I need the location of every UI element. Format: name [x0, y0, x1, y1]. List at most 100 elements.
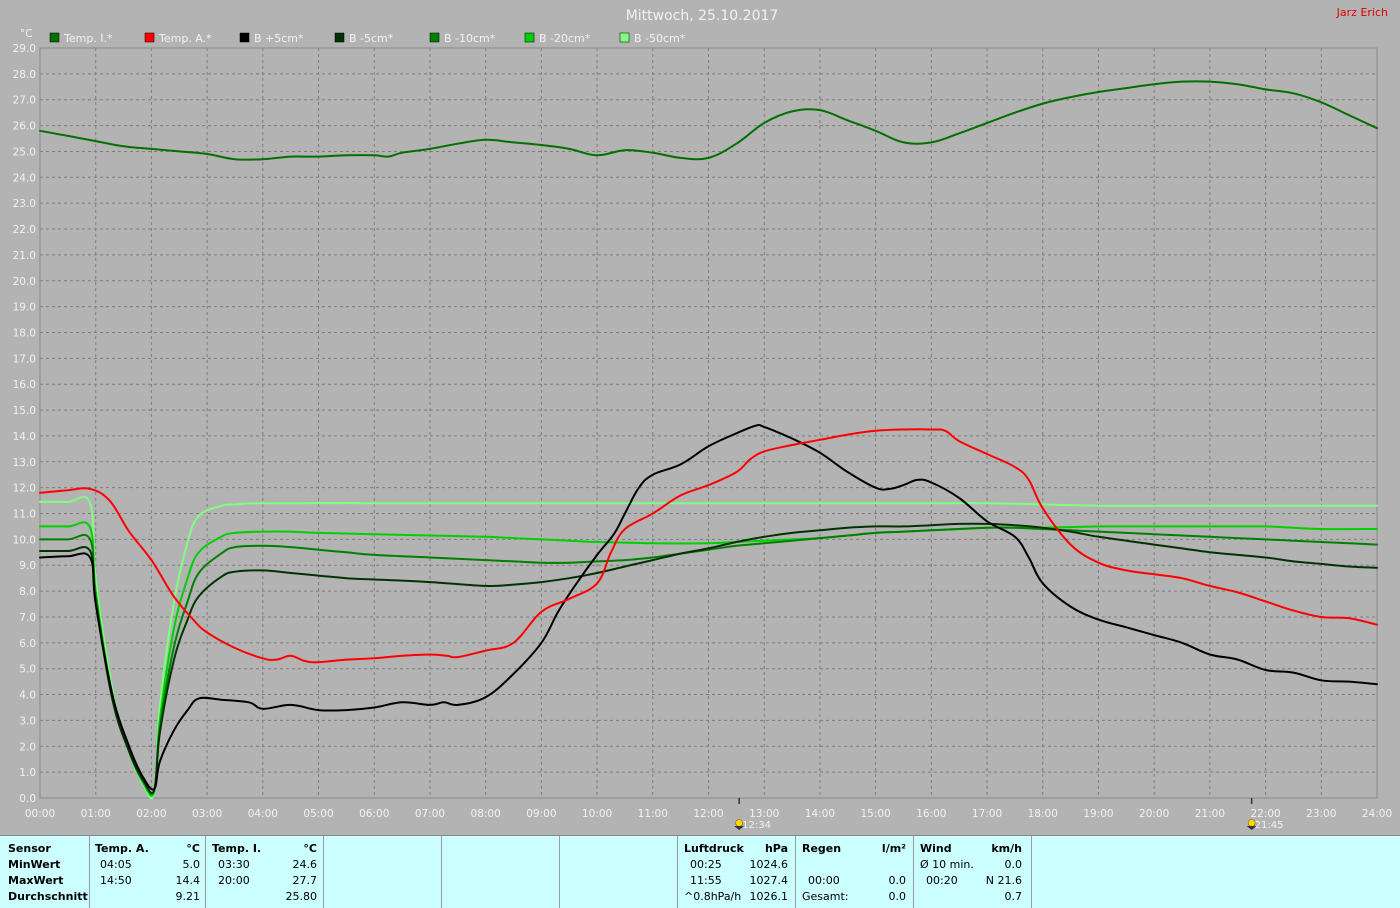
divider [441, 836, 442, 908]
y-axis: 0.0 1.0 2.0 3.0 4.0 5.0 6.0 7.0 8.0 9.0 10.0 11.0 12… [13, 43, 36, 805]
divider [89, 836, 90, 908]
temp-i-max: 27.7 [292, 874, 318, 887]
temperature-chart: Mittwoch, 25.10.2017 Jarz Erich °C Temp.… [13, 6, 1393, 831]
wind-unit: km/h [991, 842, 1022, 855]
row-label-min: MinWert [8, 858, 61, 871]
x-tick-label: 01:00 [81, 808, 111, 820]
sensor-header: Sensor [8, 842, 51, 855]
x-tick-label: 10:00 [582, 808, 612, 820]
legend-swatch [49, 32, 60, 43]
x-tick-label: 02:00 [136, 808, 166, 820]
divider [323, 836, 324, 908]
temp-a-header: Temp. A. [95, 842, 149, 855]
y-tick-label: 10.0 [13, 534, 36, 546]
pressure-unit: hPa [764, 842, 788, 855]
legend-label: Temp. I.* [63, 32, 113, 45]
temp-a-min: 5.0 [182, 858, 201, 871]
x-tick-label: 13:00 [749, 808, 779, 820]
wind-header: Wind [920, 842, 952, 855]
rain-max: 0.0 [888, 874, 907, 887]
pressure-trend: ^0.8hPa/h [684, 890, 742, 903]
legend-swatch [239, 32, 250, 43]
y-tick-label: 9.0 [19, 560, 36, 572]
y-tick-label: 0.0 [19, 793, 36, 805]
divider [795, 836, 796, 908]
divider [913, 836, 914, 908]
x-tick-label: 07:00 [415, 808, 445, 820]
temp-i-avg: 25.80 [285, 890, 318, 903]
x-tick-label: 05:00 [303, 808, 333, 820]
pressure-header: Luftdruck [684, 842, 744, 855]
row-label-max: MaxWert [8, 874, 64, 887]
rain-total: 0.0 [888, 890, 907, 903]
rain-unit: l/m² [881, 842, 906, 855]
y-tick-label: 20.0 [13, 276, 36, 288]
y-tick-label: 5.0 [19, 664, 36, 676]
temp-i-min-time: 03:30 [218, 858, 250, 871]
series-line-b-20cm [39, 521, 1378, 797]
divider [205, 836, 206, 908]
x-tick-label: 11:00 [638, 808, 668, 820]
legend-swatch [144, 32, 155, 43]
y-tick-label: 1.0 [19, 767, 36, 779]
y-tick-label: 23.0 [13, 198, 36, 210]
x-tick-label: 08:00 [471, 808, 501, 820]
divider [1031, 836, 1032, 908]
y-tick-label: 15.0 [13, 405, 36, 417]
rain-total-label: Gesamt: [802, 890, 849, 903]
x-tick-label: 19:00 [1083, 808, 1113, 820]
temp-a-max: 14.4 [175, 874, 201, 887]
temp-i-unit: °C [303, 842, 317, 855]
y-tick-label: 7.0 [19, 612, 36, 624]
x-tick-label: 15:00 [860, 808, 890, 820]
y-tick-label: 6.0 [19, 638, 36, 650]
rain-max-time: 00:00 [808, 874, 840, 887]
x-tick-label: 03:00 [192, 808, 222, 820]
pressure-min-time: 00:25 [690, 858, 722, 871]
legend-label: B +5cm* [254, 32, 304, 45]
temp-a-unit: °C [186, 842, 200, 855]
pressure-avg: 1026.1 [749, 890, 789, 903]
legend-swatch [619, 32, 630, 43]
y-tick-label: 4.0 [19, 690, 36, 702]
y-tick-label: 18.0 [13, 327, 36, 339]
x-tick-label: 23:00 [1306, 808, 1336, 820]
y-tick-label: 21.0 [13, 250, 36, 262]
y-tick-label: 22.0 [13, 224, 36, 236]
temp-a-avg: 9.21 [175, 890, 201, 903]
y-tick-label: 19.0 [13, 302, 36, 314]
chart-title: Mittwoch, 25.10.2017 [626, 8, 779, 24]
x-tick-label: 21:00 [1195, 808, 1225, 820]
pressure-max-time: 11:55 [690, 874, 722, 887]
temp-a-min-time: 04:05 [100, 858, 132, 871]
pressure-min: 1024.6 [749, 858, 789, 871]
temp-i-max-time: 20:00 [218, 874, 250, 887]
row-label-avg: Durchschnitt [8, 890, 88, 903]
y-tick-label: 28.0 [13, 69, 36, 81]
legend-label: B -50cm* [634, 32, 686, 45]
stats-table: Sensor MinWert MaxWert Durchschnitt Temp… [0, 835, 1400, 908]
wind-min-label: Ø 10 min. [920, 858, 974, 871]
temp-a-max-time: 14:50 [100, 874, 132, 887]
legend-label: Temp. A.* [158, 32, 212, 45]
y-tick-label: 27.0 [13, 95, 36, 107]
x-tick-label: 22:00 [1250, 808, 1280, 820]
sun-marker-label: 21:45 [1255, 820, 1284, 831]
pressure-max: 1027.4 [749, 874, 789, 887]
y-tick-label: 8.0 [19, 586, 36, 598]
divider [559, 836, 560, 908]
x-tick-label: 17:00 [972, 808, 1002, 820]
x-tick-label: 14:00 [805, 808, 835, 820]
temp-i-header: Temp. I. [212, 842, 262, 855]
x-tick-label: 00:00 [25, 808, 55, 820]
temp-i-min: 24.6 [292, 858, 318, 871]
y-tick-label: 14.0 [13, 431, 36, 443]
x-tick-label: 24:00 [1362, 808, 1392, 820]
y-tick-label: 3.0 [19, 715, 36, 727]
y-tick-label: 25.0 [13, 146, 36, 158]
y-tick-label: 16.0 [13, 379, 36, 391]
y-tick-label: 13.0 [13, 457, 36, 469]
x-tick-label: 20:00 [1139, 808, 1169, 820]
y-tick-label: 11.0 [13, 509, 36, 521]
wind-avg: 0.7 [1004, 890, 1023, 903]
